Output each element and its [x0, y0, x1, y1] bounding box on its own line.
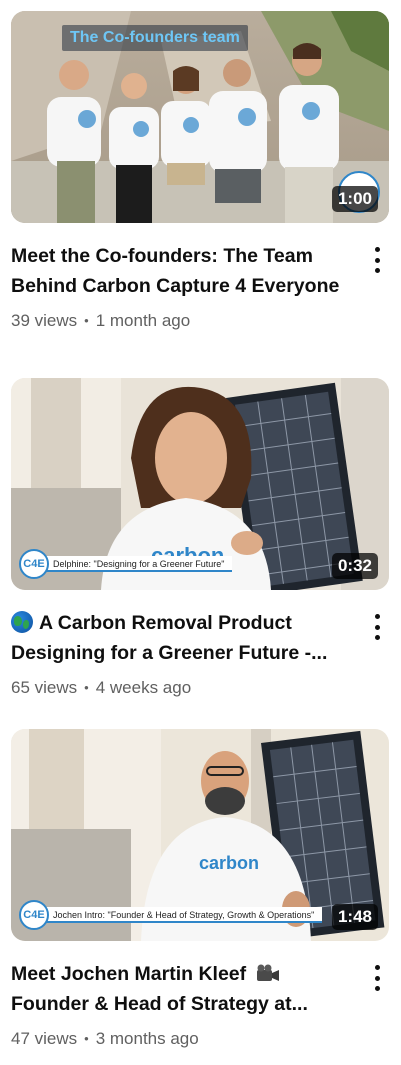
video-card[interactable]: carbon C4E Delphine: "Designing for a Gr… [11, 378, 389, 699]
thumbnail-overlay-title: The Co-founders team [62, 25, 248, 51]
separator-dot: • [84, 680, 89, 695]
lower-third-text: Jochen Intro: "Founder & Head of Strateg… [43, 907, 323, 923]
video-card[interactable]: carbon C4E Jochen Intro: "Founder & Head… [11, 729, 389, 1050]
video-title[interactable]: A Carbon Removal Product Designing for a… [11, 608, 351, 668]
channel-logo: C4E [19, 900, 49, 930]
video-stats: 47 views • 3 months ago [11, 1028, 389, 1050]
separator-dot: • [84, 1031, 89, 1046]
video-thumbnail[interactable]: carbon C4E Jochen Intro: "Founder & Head… [11, 729, 389, 941]
video-card[interactable]: The Co-founders team 1:00 Meet the Co-fo… [11, 11, 389, 332]
duration-badge: 0:32 [331, 553, 378, 579]
view-count: 39 views [11, 311, 78, 330]
more-vert-icon[interactable] [369, 245, 385, 275]
video-camera-icon [256, 964, 279, 981]
video-title[interactable]: Meet the Co-founders: The Team Behind Ca… [11, 241, 351, 301]
video-title[interactable]: Meet Jochen Martin Kleef Founder & Head … [11, 959, 351, 1019]
view-count: 47 views [11, 1029, 78, 1048]
lower-third-text: Delphine: "Designing for a Greener Futur… [43, 556, 233, 572]
duration-badge: 1:00 [331, 186, 378, 212]
upload-age: 4 weeks ago [95, 678, 192, 697]
video-meta: A Carbon Removal Product Designing for a… [11, 608, 389, 699]
video-thumbnail[interactable]: The Co-founders team 1:00 [11, 11, 389, 223]
view-count: 65 views [11, 678, 78, 697]
video-title-line2: Founder & Head of Strategy at... [11, 993, 308, 1015]
separator-dot: • [84, 313, 89, 328]
video-meta: Meet the Co-founders: The Team Behind Ca… [11, 241, 389, 332]
upload-age: 1 month ago [95, 311, 191, 330]
svg-text:carbon: carbon [199, 853, 259, 873]
video-stats: 39 views • 1 month ago [11, 310, 389, 332]
video-meta: Meet Jochen Martin Kleef Founder & Head … [11, 959, 389, 1050]
video-thumbnail[interactable]: carbon C4E Delphine: "Designing for a Gr… [11, 378, 389, 590]
video-title-text: A Carbon Removal Product Designing for a… [11, 612, 328, 664]
video-stats: 65 views • 4 weeks ago [11, 677, 389, 699]
duration-badge: 1:48 [331, 904, 378, 930]
channel-logo: C4E [19, 549, 49, 579]
lower-third-caption: C4E Delphine: "Designing for a Greener F… [19, 549, 233, 579]
more-vert-icon[interactable] [369, 963, 385, 993]
lower-third-caption: C4E Jochen Intro: "Founder & Head of Str… [19, 900, 323, 930]
video-title-text: Meet Jochen Martin Kleef [11, 963, 247, 985]
more-vert-icon[interactable] [369, 612, 385, 642]
upload-age: 3 months ago [95, 1029, 199, 1048]
globe-icon [11, 611, 33, 633]
